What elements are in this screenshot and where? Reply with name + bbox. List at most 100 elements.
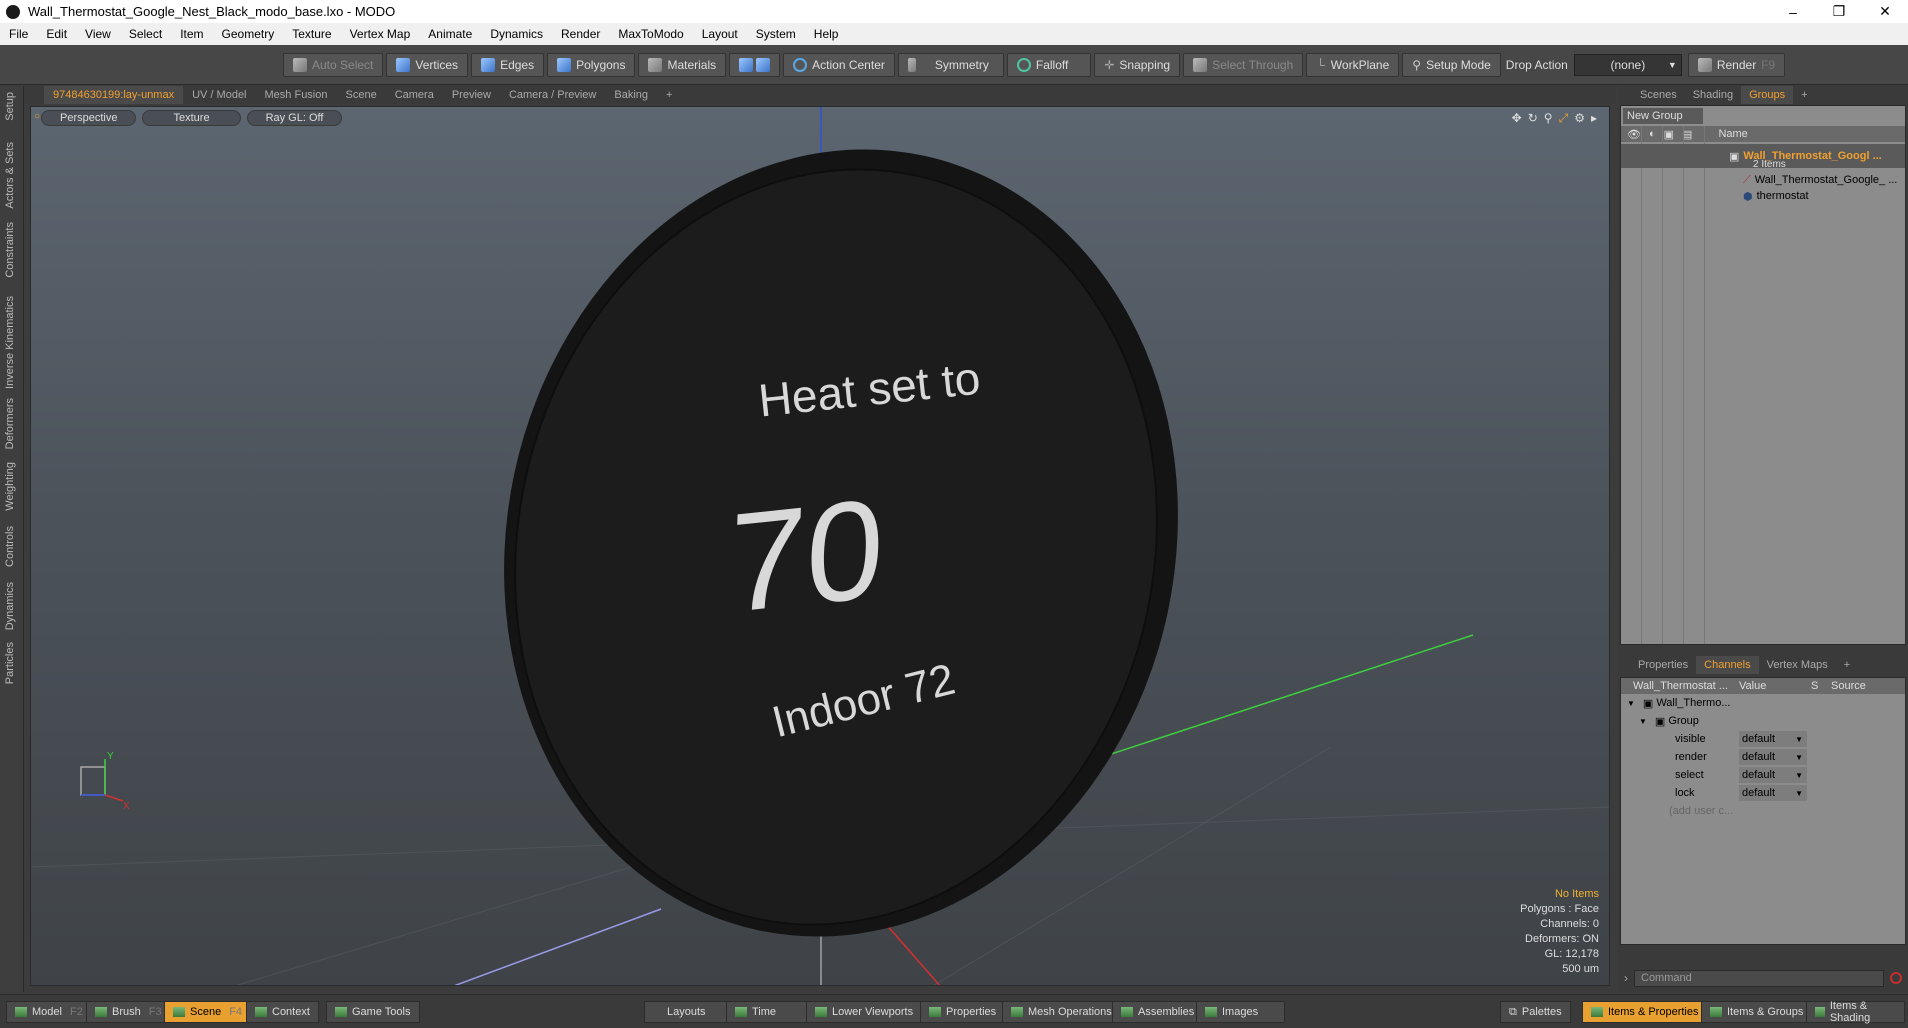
tab-dynamics[interactable]: Dynamics — [4, 576, 16, 636]
layouts-button[interactable]: Layouts — [644, 1001, 729, 1023]
setup-mode-button[interactable]: ⚲ Setup Mode — [1402, 52, 1501, 77]
tab-shading[interactable]: Shading — [1685, 86, 1741, 104]
menu-maxtomodo[interactable]: MaxToModo — [609, 27, 692, 41]
minimize-icon[interactable]: – — [1770, 0, 1816, 23]
menu-help[interactable]: Help — [805, 27, 848, 41]
select-through-button[interactable]: Select Through — [1183, 52, 1304, 77]
channel-row-lock[interactable]: lock default ▼ — [1621, 784, 1905, 802]
item-mode-button[interactable] — [729, 52, 781, 77]
tab-uv-model[interactable]: UV / Model — [183, 86, 255, 104]
action-center-button[interactable]: Action Center — [783, 52, 895, 77]
menu-system[interactable]: System — [747, 27, 805, 41]
tab-particles[interactable]: Particles — [4, 636, 16, 690]
menu-file[interactable]: File — [0, 27, 37, 41]
raygl-button[interactable]: Ray GL: Off — [246, 110, 343, 126]
tab-properties[interactable]: Properties — [1630, 656, 1696, 674]
tab-actors-sets[interactable]: Actors & Sets — [4, 136, 16, 215]
tab-add-properties[interactable]: + — [1836, 656, 1858, 674]
chevron-right-icon[interactable]: ▸ — [1591, 111, 1597, 126]
channel-value-select[interactable]: default ▼ — [1739, 731, 1807, 747]
materials-button[interactable]: Materials — [638, 52, 727, 77]
falloff-button[interactable]: Falloff — [1006, 52, 1092, 77]
tab-setup[interactable]: Setup — [4, 86, 16, 127]
command-input[interactable]: Command — [1634, 969, 1884, 987]
expand-chevron-icon[interactable]: ▼ — [1639, 717, 1647, 726]
mesh-operations-button[interactable]: Mesh Operations — [1002, 1001, 1121, 1023]
3d-viewport[interactable]: Heat set to 70 Indoor 72 Y X ○ Perspecti… — [30, 106, 1610, 986]
render-button[interactable]: Render F9 — [1687, 52, 1786, 77]
vertices-button[interactable]: Vertices — [386, 52, 469, 77]
tab-weighting[interactable]: Weighting — [4, 456, 16, 517]
tab-camera[interactable]: Camera — [386, 86, 443, 104]
pan-icon[interactable]: ✥ — [1512, 111, 1522, 126]
edges-button[interactable]: Edges — [471, 52, 545, 77]
menu-item[interactable]: Item — [171, 27, 212, 41]
items-shading-button[interactable]: Items & Shading — [1806, 1000, 1905, 1024]
restore-icon[interactable]: ❐ — [1816, 0, 1862, 23]
viewport-dot-icon[interactable]: ○ — [34, 111, 40, 122]
expand-chevron-icon[interactable]: ▼ — [1627, 699, 1635, 708]
zoom-icon[interactable]: ⚲ — [1544, 111, 1553, 126]
workplane-button[interactable]: └ WorkPlane — [1306, 52, 1400, 77]
channel-value-select[interactable]: default ▼ — [1739, 785, 1807, 801]
fit-icon[interactable]: ⤢ — [1559, 111, 1569, 126]
tab-scene[interactable]: Scene — [337, 86, 386, 104]
close-icon[interactable]: ✕ — [1862, 0, 1908, 23]
model-button[interactable]: Model F2 — [6, 1001, 92, 1023]
brush-button[interactable]: Brush F3 — [86, 1001, 171, 1023]
menu-layout[interactable]: Layout — [693, 27, 747, 41]
tab-add[interactable]: + — [657, 86, 681, 104]
tab-controls[interactable]: Controls — [4, 520, 16, 573]
view-mode-button[interactable]: Perspective — [41, 110, 137, 126]
menu-animate[interactable]: Animate — [419, 27, 481, 41]
shading-mode-button[interactable]: Texture — [142, 110, 241, 126]
menu-geometry[interactable]: Geometry — [213, 27, 284, 41]
assemblies-button[interactable]: Assemblies — [1112, 1001, 1204, 1023]
channel-row-visible[interactable]: visible default ▼ — [1621, 730, 1905, 748]
record-icon[interactable] — [1890, 972, 1902, 984]
context-button[interactable]: Context — [246, 1001, 319, 1023]
lower-viewports-button[interactable]: Lower Viewports — [806, 1001, 923, 1023]
add-user-channel-row[interactable]: (add user c... — [1621, 802, 1905, 820]
auto-select-button[interactable]: Auto Select — [283, 52, 384, 77]
tab-mesh-fusion[interactable]: Mesh Fusion — [256, 86, 337, 104]
palettes-button[interactable]: ⧉ Palettes — [1500, 1001, 1571, 1023]
tab-constraints[interactable]: Constraints — [4, 216, 16, 284]
tab-add-panel[interactable]: + — [1793, 86, 1815, 104]
tab-baking[interactable]: Baking — [605, 86, 657, 104]
tab-deformers[interactable]: Deformers — [4, 392, 16, 455]
channel-item-row[interactable]: ▼ ▣ Wall_Thermo... — [1621, 694, 1905, 712]
tab-groups[interactable]: Groups — [1741, 86, 1794, 104]
new-group-button[interactable]: New Group — [1623, 108, 1703, 124]
game-tools-button[interactable]: Game Tools — [326, 1001, 420, 1023]
tab-inverse-kinematics[interactable]: Inverse Kinematics — [4, 290, 16, 395]
menu-select[interactable]: Select — [120, 27, 171, 41]
settings-gear-icon[interactable]: ⚙ — [1574, 111, 1585, 126]
tab-camera-preview[interactable]: Camera / Preview — [500, 86, 605, 104]
properties-button[interactable]: Properties — [920, 1001, 1006, 1023]
channel-row-render[interactable]: render default ▼ — [1621, 748, 1905, 766]
tab-layout[interactable]: 97484630199:lay-unmax — [44, 86, 184, 104]
channel-value-select[interactable]: default ▼ — [1739, 749, 1807, 765]
snapping-button[interactable]: ✛ Snapping — [1094, 52, 1181, 77]
group-child-row[interactable]: ⟋ Wall_Thermostat_Google_ ... — [1621, 172, 1905, 188]
menu-dynamics[interactable]: Dynamics — [481, 27, 552, 41]
tab-scenes[interactable]: Scenes — [1632, 86, 1685, 104]
time-button[interactable]: Time — [726, 1001, 808, 1023]
items-properties-button[interactable]: Items & Properties — [1582, 1001, 1708, 1023]
tab-preview[interactable]: Preview — [443, 86, 500, 104]
channel-group-row[interactable]: ▼ ▣ Group — [1621, 712, 1905, 730]
items-groups-button[interactable]: Items & Groups — [1701, 1001, 1813, 1023]
tab-vertex-maps[interactable]: Vertex Maps — [1759, 656, 1836, 674]
drop-action-select[interactable]: (none) ▼ — [1573, 53, 1682, 76]
channel-row-select[interactable]: select default ▼ — [1621, 766, 1905, 784]
symmetry-button[interactable]: Symmetry — [897, 52, 1004, 77]
menu-edit[interactable]: Edit — [37, 27, 76, 41]
polygons-button[interactable]: Polygons — [547, 52, 636, 77]
scene-button[interactable]: Scene F4 — [164, 1001, 252, 1023]
menu-vertex-map[interactable]: Vertex Map — [341, 27, 420, 41]
tab-channels[interactable]: Channels — [1696, 656, 1759, 674]
menu-render[interactable]: Render — [552, 27, 609, 41]
group-child-row[interactable]: ⬢ thermostat — [1621, 188, 1905, 204]
images-button[interactable]: Images — [1196, 1001, 1286, 1023]
